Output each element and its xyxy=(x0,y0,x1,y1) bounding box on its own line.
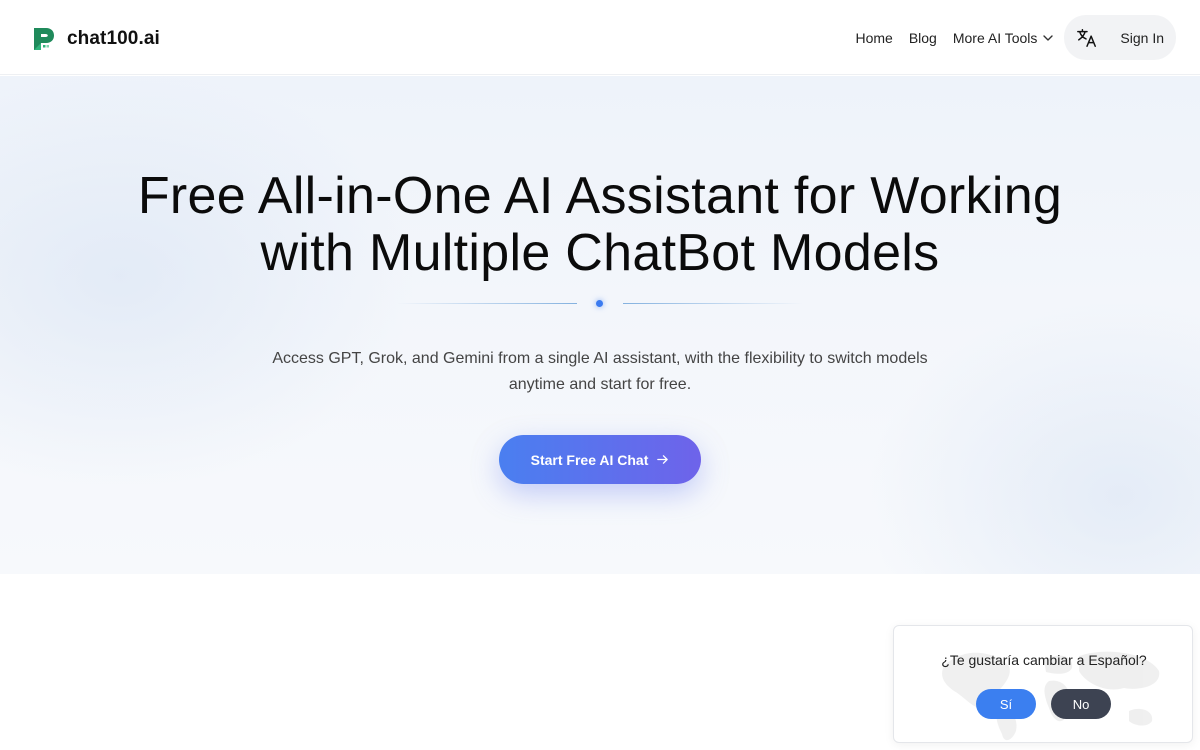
language-switch-button[interactable] xyxy=(1074,25,1100,51)
brand-name: chat100.ai xyxy=(67,28,160,49)
hero-title-line-2: with Multiple ChatBot Models xyxy=(260,224,940,282)
hero-subtitle-line-1: Access GPT, Grok, and Gemini from a sing… xyxy=(272,350,928,367)
sign-in-button[interactable]: Sign In xyxy=(1120,30,1164,46)
start-free-ai-chat-button[interactable]: Start Free AI Chat xyxy=(499,435,701,484)
translate-icon xyxy=(1077,28,1097,47)
nav-more-ai-tools-label: More AI Tools xyxy=(952,29,1038,46)
logo-icon xyxy=(34,28,54,50)
nav-blog-link[interactable]: Blog xyxy=(909,30,937,46)
language-switch-yes-button[interactable]: Sí xyxy=(976,689,1036,719)
divider-line-left xyxy=(397,303,577,304)
hero-section: Free All-in-One AI Assistant for Working… xyxy=(0,76,1200,574)
hero-subtitle-line-2: anytime and start for free. xyxy=(508,376,692,393)
divider-line-right xyxy=(623,303,803,304)
chevron-down-icon xyxy=(1043,34,1054,41)
hero-subtitle: Access GPT, Grok, and Gemini from a sing… xyxy=(250,346,950,398)
divider-dot xyxy=(596,300,603,307)
nav-home-link[interactable]: Home xyxy=(855,30,892,46)
language-switch-question: ¿Te gustaría cambiar a Español? xyxy=(941,652,1147,668)
brand-logo[interactable]: chat100.ai xyxy=(31,26,160,52)
top-header: chat100.ai Home Blog More AI Tools Sign … xyxy=(0,0,1200,75)
language-switch-no-button[interactable]: No xyxy=(1051,689,1111,719)
hero-title: Free All-in-One AI Assistant for Working… xyxy=(0,168,1200,282)
nav-more-ai-tools-dropdown[interactable]: More AI Tools xyxy=(953,30,1055,46)
hero-title-line-1: Free All-in-One AI Assistant for Working xyxy=(137,167,1063,225)
language-switch-popup: ¿Te gustaría cambiar a Español? Sí No xyxy=(893,625,1193,743)
arrow-right-icon xyxy=(657,455,669,464)
language-signin-group: Sign In xyxy=(1064,15,1176,60)
main-nav: Home Blog More AI Tools Sign In xyxy=(855,15,1176,60)
cta-label: Start Free AI Chat xyxy=(530,451,649,468)
decorative-divider xyxy=(397,297,803,309)
